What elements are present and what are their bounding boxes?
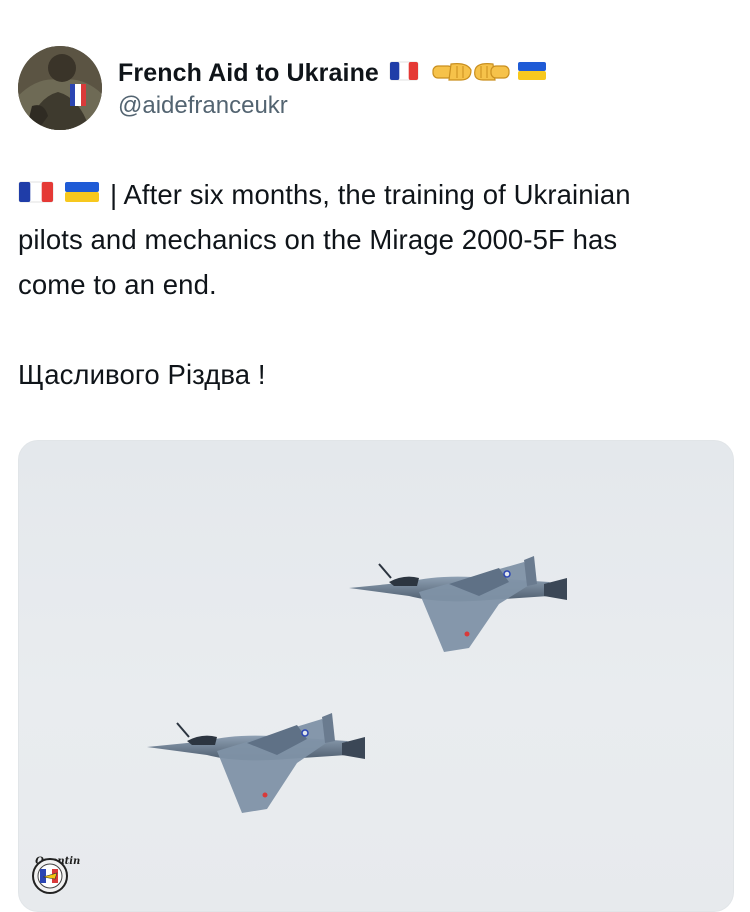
author-display-name[interactable]: French Aid to Ukraine xyxy=(118,59,379,88)
tweet-text-line: pilots and mechanics on the Mirage 2000-… xyxy=(18,224,618,255)
tweet-line-4: Щасливого Різдва ! xyxy=(18,352,730,397)
fist-bump-icon xyxy=(431,58,511,89)
author-names: French Aid to Ukraine @aidefranceukr xyxy=(118,56,547,120)
tweet-line-1: | After six months, the training of Ukra… xyxy=(18,172,730,217)
flag-ukraine-icon xyxy=(517,60,547,87)
avatar[interactable] xyxy=(18,46,102,130)
tweet-media-image[interactable]: Quentin Graff xyxy=(18,440,734,912)
flag-france-icon xyxy=(389,60,419,87)
tweet-text-line: come to an end. xyxy=(18,269,217,300)
tweet-line-3: come to an end. xyxy=(18,262,730,307)
tweet-header: French Aid to Ukraine @aidefranceukr xyxy=(18,46,547,130)
photographer-logo-icon xyxy=(32,858,68,894)
tweet-text-line: Щасливого Різдва ! xyxy=(18,359,266,390)
tweet-line-2: pilots and mechanics on the Mirage 2000-… xyxy=(18,217,730,262)
two-jets-icon xyxy=(147,556,567,813)
jet-2 xyxy=(147,713,365,813)
author-handle[interactable]: @aidefranceukr xyxy=(118,92,547,120)
flag-ukraine-icon xyxy=(64,172,100,217)
tweet-text-line: | After six months, the training of Ukra… xyxy=(110,179,631,210)
jet-1 xyxy=(349,556,567,652)
photo-credit: Quentin Graff xyxy=(31,857,80,894)
tweet-text: | After six months, the training of Ukra… xyxy=(18,172,730,397)
author-name-row: French Aid to Ukraine xyxy=(118,56,547,90)
flag-france-icon xyxy=(18,172,54,217)
